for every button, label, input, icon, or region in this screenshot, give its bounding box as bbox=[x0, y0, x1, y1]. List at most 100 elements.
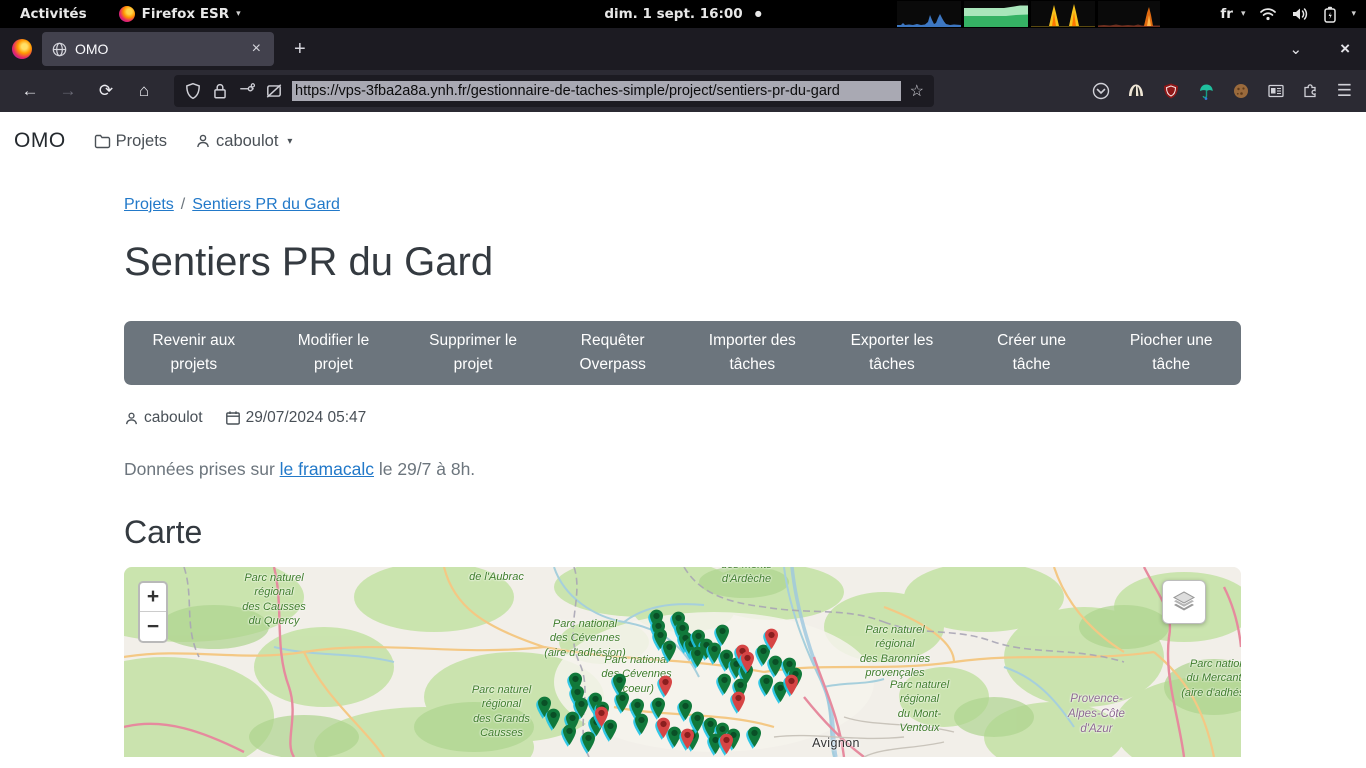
pocket-icon[interactable] bbox=[1092, 82, 1110, 100]
app-menu[interactable]: Firefox ESR ▾ bbox=[119, 6, 241, 22]
action-toolbar: Revenir aux projets Modifier le projet S… bbox=[124, 321, 1241, 385]
user-label: caboulot bbox=[216, 132, 278, 151]
url-input[interactable]: https://vps-3fba2a8a.ynh.fr/gestionnaire… bbox=[292, 81, 901, 101]
tab-title: OMO bbox=[75, 41, 241, 57]
pick-task-button[interactable]: Piocher une tâche bbox=[1101, 329, 1241, 377]
keyboard-layout-button[interactable]: fr ▾ bbox=[1220, 6, 1245, 22]
map-marker[interactable] bbox=[713, 623, 732, 648]
zoom-out-button[interactable]: − bbox=[140, 612, 166, 641]
back-to-projects-button[interactable]: Revenir aux projets bbox=[124, 329, 264, 377]
map-marker[interactable] bbox=[579, 730, 598, 755]
bookmark-star-icon[interactable]: ☆ bbox=[910, 81, 924, 101]
map-markers bbox=[124, 567, 1241, 757]
ublock-origin-icon[interactable] bbox=[1162, 82, 1180, 100]
user-icon bbox=[195, 133, 211, 149]
import-tasks-button[interactable]: Importer des tâches bbox=[683, 329, 823, 377]
umbrella-extension-icon[interactable] bbox=[1197, 82, 1215, 100]
chevron-down-icon: ▾ bbox=[1241, 9, 1246, 19]
shield-icon[interactable] bbox=[184, 82, 202, 100]
volume-icon[interactable] bbox=[1291, 6, 1309, 22]
autoplay-blocked-icon[interactable] bbox=[265, 82, 283, 100]
keyboard-layout-label: fr bbox=[1220, 6, 1233, 22]
map-layers-control[interactable] bbox=[1162, 580, 1206, 624]
page-title: Sentiers PR du Gard bbox=[124, 240, 1241, 285]
tab-omo[interactable]: OMO × bbox=[42, 32, 274, 66]
map-marker[interactable] bbox=[654, 716, 673, 741]
map-marker[interactable] bbox=[560, 723, 579, 748]
folder-icon bbox=[94, 134, 111, 149]
breadcrumb-projets[interactable]: Projets bbox=[124, 196, 174, 213]
app-menu-label: Firefox ESR bbox=[142, 6, 230, 22]
map-marker[interactable] bbox=[762, 627, 781, 652]
wifi-icon[interactable] bbox=[1259, 6, 1277, 22]
calendar-icon bbox=[225, 410, 241, 426]
activities-button[interactable]: Activités bbox=[14, 6, 93, 22]
nav-projets-label: Projets bbox=[116, 132, 167, 151]
breadcrumb-current[interactable]: Sentiers PR du Gard bbox=[192, 196, 340, 213]
map-marker[interactable] bbox=[729, 690, 748, 715]
extensions-puzzle-icon[interactable] bbox=[1302, 82, 1320, 100]
map-marker[interactable] bbox=[745, 725, 764, 750]
firefox-icon bbox=[119, 6, 135, 22]
system-monitor-graphs bbox=[897, 1, 1160, 27]
brand-omo[interactable]: OMO bbox=[14, 129, 66, 153]
reader-extension-icon[interactable] bbox=[1267, 82, 1285, 100]
framacalc-link[interactable]: le framacalc bbox=[280, 459, 374, 479]
map-marker[interactable] bbox=[717, 732, 736, 757]
user-dropdown[interactable]: caboulot ▾ bbox=[195, 132, 292, 151]
privacy-badger-icon[interactable] bbox=[1127, 82, 1145, 100]
hamburger-menu-icon[interactable]: ☰ bbox=[1337, 81, 1352, 101]
cpu-graph-icon bbox=[897, 1, 961, 27]
map-zoom-control: + − bbox=[138, 581, 168, 643]
breadcrumb: Projets / Sentiers PR du Gard bbox=[124, 196, 1241, 214]
chevron-down-icon: ▾ bbox=[236, 9, 241, 19]
firefox-nav-toolbar: ← → ⟳ ⌂ https://vps-3fba2a8a.ynh.fr/ge bbox=[0, 70, 1366, 112]
map-marker[interactable] bbox=[678, 727, 697, 752]
layers-icon bbox=[1171, 589, 1197, 615]
home-button[interactable]: ⌂ bbox=[128, 81, 160, 101]
map-marker[interactable] bbox=[738, 650, 757, 675]
meta-date: 29/07/2024 05:47 bbox=[225, 409, 367, 427]
tab-close-icon[interactable]: × bbox=[249, 40, 264, 58]
map-marker[interactable] bbox=[592, 705, 611, 730]
map-marker[interactable] bbox=[688, 645, 707, 670]
export-tasks-button[interactable]: Exporter les tâches bbox=[822, 329, 962, 377]
create-task-button[interactable]: Créer une tâche bbox=[962, 329, 1102, 377]
query-overpass-button[interactable]: Requêter Overpass bbox=[543, 329, 683, 377]
back-button[interactable]: ← bbox=[14, 81, 46, 101]
map-heading: Carte bbox=[124, 514, 1241, 551]
nav-projets[interactable]: Projets bbox=[94, 132, 167, 151]
disk-graph-icon bbox=[1098, 1, 1160, 27]
delete-project-button[interactable]: Supprimer le projet bbox=[403, 329, 543, 377]
forward-button[interactable]: → bbox=[52, 81, 84, 101]
project-meta: caboulot 29/07/2024 05:47 bbox=[124, 409, 1241, 427]
map[interactable]: Parc naturel régional des Causses du Que… bbox=[124, 567, 1241, 757]
battery-icon[interactable] bbox=[1323, 6, 1337, 23]
network-graph-icon bbox=[1031, 1, 1095, 27]
meta-author-label: caboulot bbox=[144, 409, 203, 427]
list-all-tabs-icon[interactable]: ⌄ bbox=[1289, 40, 1302, 58]
map-marker[interactable] bbox=[782, 673, 801, 698]
edit-project-button[interactable]: Modifier le projet bbox=[264, 329, 404, 377]
map-marker[interactable] bbox=[660, 639, 679, 664]
description: Données prises sur le framacalc le 29/7 … bbox=[124, 459, 1241, 480]
map-marker[interactable] bbox=[610, 672, 629, 697]
new-tab-button[interactable]: + bbox=[286, 36, 314, 63]
breadcrumb-separator: / bbox=[181, 196, 185, 213]
window-close-icon[interactable]: × bbox=[1340, 39, 1350, 59]
reload-button[interactable]: ⟳ bbox=[90, 81, 122, 101]
description-text: Données prises sur bbox=[124, 459, 280, 479]
lock-icon[interactable] bbox=[211, 82, 229, 100]
description-text-2: le 29/7 à 8h. bbox=[374, 459, 475, 479]
globe-icon bbox=[52, 42, 67, 57]
permissions-icon[interactable] bbox=[238, 82, 256, 100]
cookie-extension-icon[interactable] bbox=[1232, 82, 1250, 100]
map-marker[interactable] bbox=[656, 674, 675, 699]
user-icon bbox=[124, 411, 139, 426]
memory-graph-icon bbox=[964, 1, 1028, 27]
zoom-in-button[interactable]: + bbox=[140, 583, 166, 612]
chevron-down-icon: ▾ bbox=[287, 136, 292, 147]
url-bar[interactable]: https://vps-3fba2a8a.ynh.fr/gestionnaire… bbox=[174, 75, 934, 107]
firefox-icon bbox=[12, 39, 32, 59]
system-menu-chevron-icon[interactable]: ▾ bbox=[1351, 9, 1356, 19]
